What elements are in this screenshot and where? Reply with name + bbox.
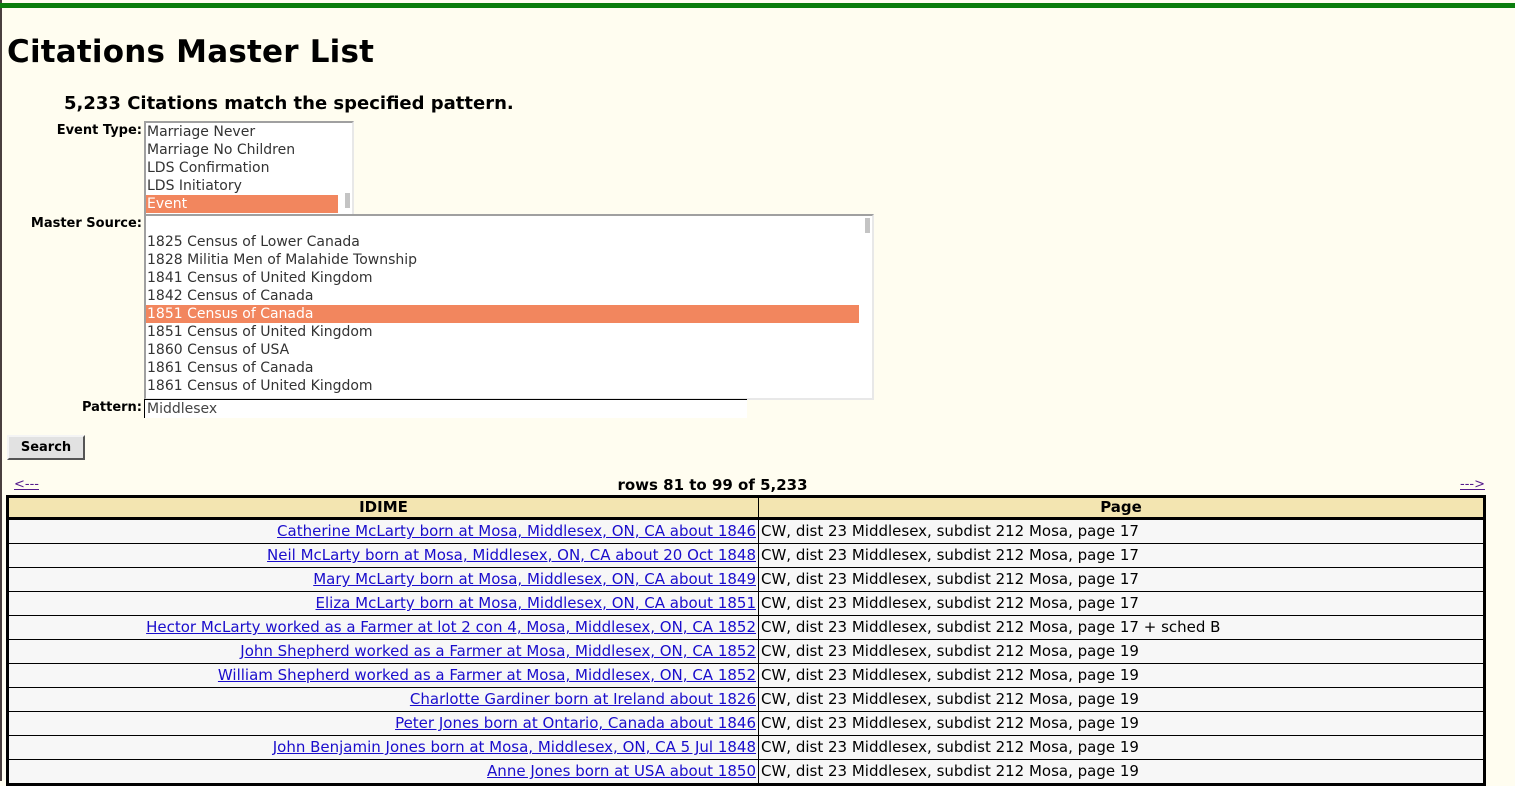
citations-table: IDIME Page Catherine McLarty born at Mos… [6, 495, 1486, 786]
page-cell: CW, dist 23 Middlesex, subdist 212 Mosa,… [758, 687, 1485, 712]
citation-link[interactable]: John Shepherd worked as a Farmer at Mosa… [240, 642, 756, 660]
table-row: Peter Jones born at Ontario, Canada abou… [7, 711, 1485, 736]
master-source-options: 1825 Census of Lower Canada 1828 Militia … [146, 216, 859, 395]
event-type-label: Event Type: [56, 123, 142, 138]
table-row: William Shepherd worked as a Farmer at M… [7, 663, 1485, 688]
listbox-option[interactable]: 1842 Census of Canada [146, 287, 859, 305]
table-row: Hector McLarty worked as a Farmer at lot… [7, 615, 1485, 640]
listbox-option[interactable]: 1851 Census of United Kingdom [146, 323, 859, 341]
column-header-idime: IDIME [7, 496, 759, 520]
match-count-message: 5,233 Citations match the specified patt… [64, 93, 514, 114]
rows-range-info: rows 81 to 99 of 5,233 [617, 476, 808, 494]
top-accent-bar [0, 3, 1515, 8]
table-header-row: IDIME Page [7, 496, 1485, 520]
page-cell: CW, dist 23 Middlesex, subdist 212 Mosa,… [758, 711, 1485, 736]
idime-cell: William Shepherd worked as a Farmer at M… [7, 663, 759, 688]
page-cell: CW, dist 23 Middlesex, subdist 212 Mosa,… [758, 639, 1485, 664]
citation-link[interactable]: John Benjamin Jones born at Mosa, Middle… [273, 738, 756, 756]
event-type-select[interactable]: Marriage Never Marriage No Children LDS Co… [144, 121, 354, 217]
idime-cell: Catherine McLarty born at Mosa, Middlese… [7, 518, 759, 544]
pattern-input[interactable] [144, 399, 747, 418]
table-row: Catherine McLarty born at Mosa, Middlese… [7, 518, 1485, 544]
page-cell: CW, dist 23 Middlesex, subdist 212 Mosa,… [758, 735, 1485, 760]
window-left-edge [0, 0, 2, 781]
table-row: John Shepherd worked as a Farmer at Mosa… [7, 639, 1485, 664]
table-row: Eliza McLarty born at Mosa, Middlesex, O… [7, 591, 1485, 616]
idime-cell: Peter Jones born at Ontario, Canada abou… [7, 711, 759, 736]
listbox-option[interactable]: 1841 Census of United Kingdom [146, 269, 859, 287]
listbox-option[interactable]: 1861 Census of Canada [146, 359, 859, 377]
table-row: Neil McLarty born at Mosa, Middlesex, ON… [7, 543, 1485, 568]
page-cell: CW, dist 23 Middlesex, subdist 212 Mosa,… [758, 567, 1485, 592]
citation-link[interactable]: Mary McLarty born at Mosa, Middlesex, ON… [313, 570, 756, 588]
listbox-option[interactable]: 1828 Militia Men of Malahide Township [146, 251, 859, 269]
citation-link[interactable]: Neil McLarty born at Mosa, Middlesex, ON… [267, 546, 756, 564]
table-row: John Benjamin Jones born at Mosa, Middle… [7, 735, 1485, 760]
citation-link[interactable]: Anne Jones born at USA about 1850 [487, 762, 756, 780]
citation-link[interactable]: Eliza McLarty born at Mosa, Middlesex, O… [316, 594, 757, 612]
listbox-option[interactable]: 1825 Census of Lower Canada [146, 233, 859, 251]
event-type-scrollbar[interactable] [345, 193, 350, 208]
listbox-option[interactable]: 1851 Census of Canada [146, 305, 859, 323]
citation-link[interactable]: William Shepherd worked as a Farmer at M… [218, 666, 756, 684]
pattern-label: Pattern: [81, 400, 142, 415]
listbox-option[interactable]: Marriage No Children [146, 141, 338, 159]
table-body: Catherine McLarty born at Mosa, Middlese… [7, 518, 1485, 785]
idime-cell: Neil McLarty born at Mosa, Middlesex, ON… [7, 543, 759, 568]
listbox-option[interactable]: LDS Confirmation [146, 159, 338, 177]
page-cell: CW, dist 23 Middlesex, subdist 212 Mosa,… [758, 518, 1485, 544]
idime-cell: Hector McLarty worked as a Farmer at lot… [7, 615, 759, 640]
idime-cell: John Benjamin Jones born at Mosa, Middle… [7, 735, 759, 760]
listbox-option[interactable]: 1861 Census of United Kingdom [146, 377, 859, 395]
idime-cell: Eliza McLarty born at Mosa, Middlesex, O… [7, 591, 759, 616]
table-row: Mary McLarty born at Mosa, Middlesex, ON… [7, 567, 1485, 592]
idime-cell: Charlotte Gardiner born at Ireland about… [7, 687, 759, 712]
listbox-option[interactable]: Event [146, 195, 338, 213]
idime-cell: Mary McLarty born at Mosa, Middlesex, ON… [7, 567, 759, 592]
search-button[interactable]: Search [7, 435, 85, 460]
column-header-page: Page [758, 496, 1485, 520]
citation-link[interactable]: Charlotte Gardiner born at Ireland about… [410, 690, 756, 708]
citation-link[interactable]: Peter Jones born at Ontario, Canada abou… [395, 714, 756, 732]
master-source-scrollbar[interactable] [865, 218, 870, 233]
listbox-option[interactable]: LDS Initiatory [146, 177, 338, 195]
master-source-select[interactable]: 1825 Census of Lower Canada 1828 Militia … [144, 214, 874, 400]
idime-cell: John Shepherd worked as a Farmer at Mosa… [7, 639, 759, 664]
page-cell: CW, dist 23 Middlesex, subdist 212 Mosa,… [758, 663, 1485, 688]
citation-link[interactable]: Hector McLarty worked as a Farmer at lot… [146, 618, 756, 636]
page-cell: CW, dist 23 Middlesex, subdist 212 Mosa,… [758, 615, 1485, 640]
table-row: Charlotte Gardiner born at Ireland about… [7, 687, 1485, 712]
master-source-label: Master Source: [30, 216, 142, 231]
next-page-link[interactable]: ---> [1460, 477, 1485, 492]
listbox-option[interactable]: 1860 Census of USA [146, 341, 859, 359]
page-cell: CW, dist 23 Middlesex, subdist 212 Mosa,… [758, 543, 1485, 568]
page-title: Citations Master List [7, 34, 375, 70]
citation-link[interactable]: Catherine McLarty born at Mosa, Middlese… [277, 522, 756, 540]
event-type-options: Marriage Never Marriage No Children LDS Co… [146, 123, 338, 213]
page-cell: CW, dist 23 Middlesex, subdist 212 Mosa,… [758, 591, 1485, 616]
listbox-option[interactable]: Marriage Never [146, 123, 338, 141]
